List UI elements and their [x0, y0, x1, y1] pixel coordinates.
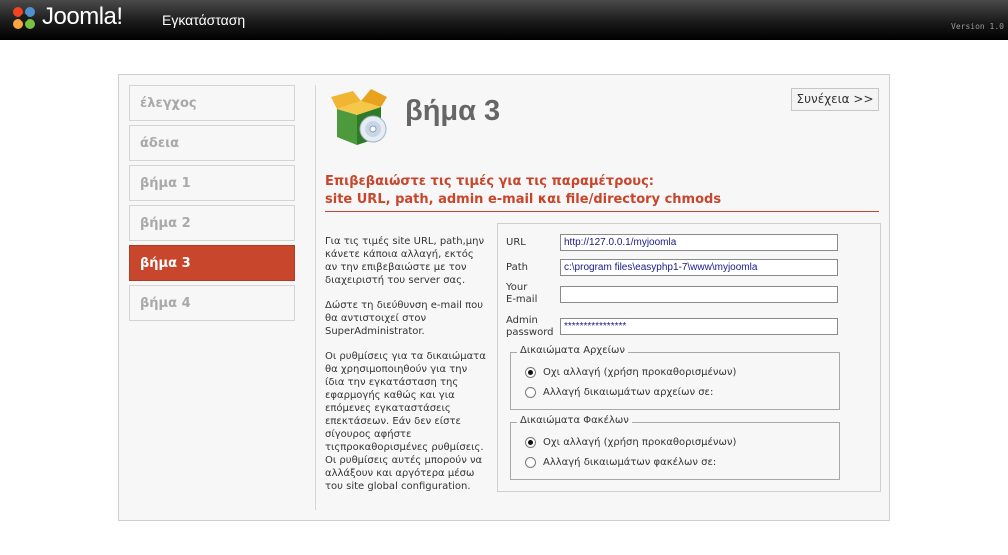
radio-icon[interactable]	[525, 367, 536, 378]
path-input[interactable]	[560, 259, 838, 276]
url-input[interactable]	[560, 234, 838, 251]
step-2: βήμα 2	[129, 205, 295, 241]
brand-name: Joomla!	[42, 3, 123, 30]
dir-perm-option-default[interactable]: Οχι αλλαγή (χρήση προκαθορισμένων)	[525, 437, 736, 448]
radio-icon[interactable]	[525, 457, 536, 468]
help-paragraph-1: Για τις τιμές site URL, path,μην κάνετε …	[325, 236, 485, 286]
radio-icon[interactable]	[525, 387, 536, 398]
step-navigation: έλεγχος άδεια βήμα 1 βήμα 2 βήμα 3 βήμα …	[129, 85, 299, 325]
help-text: Για τις τιμές site URL, path,μην κάνετε …	[325, 235, 489, 505]
dir-permissions-fieldset: Δικαιώματα Φακέλων Οχι αλλαγή (χρήση προ…	[510, 415, 840, 480]
help-paragraph-2: Δώστε τη διεύθυνση e-mail που θα αντιστο…	[325, 300, 484, 337]
email-label: Your E-mail	[506, 282, 538, 305]
path-label: Path	[506, 262, 528, 273]
header-subtitle: Εγκατάσταση	[162, 12, 246, 28]
url-label: URL	[506, 237, 526, 248]
heading-line-2: site URL, path, admin e-mail και file/di…	[325, 192, 722, 207]
app-header: Joomla! Εγκατάσταση Version 1.0	[0, 0, 1008, 40]
radio-icon[interactable]	[525, 437, 536, 448]
step-check: έλεγχος	[129, 85, 295, 121]
step-3-active: βήμα 3	[129, 245, 295, 281]
install-panel: έλεγχος άδεια βήμα 1 βήμα 2 βήμα 3 βήμα …	[118, 74, 890, 521]
install-package-icon	[331, 89, 387, 145]
file-perm-option-change[interactable]: Αλλαγή δικαιωμάτων αρχείων σε:	[525, 387, 713, 398]
file-perm-option-default[interactable]: Οχι αλλαγή (χρήση προκαθορισμένων)	[525, 367, 736, 378]
file-permissions-legend: Δικαιώματα Αρχείων	[517, 345, 628, 356]
email-input[interactable]	[560, 286, 838, 303]
password-label: Admin password	[506, 315, 554, 338]
file-permissions-fieldset: Δικαιώματα Αρχείων Οχι αλλαγή (χρήση προ…	[510, 345, 840, 410]
version-label: Version 1.0	[951, 22, 1004, 31]
config-form: URL Path YourE-mail Adminpassword Δικαιώ…	[497, 223, 881, 492]
step-4: βήμα 4	[129, 285, 295, 321]
dir-permissions-legend: Δικαιώματα Φακέλων	[517, 415, 632, 426]
page-title: βήμα 3	[405, 95, 501, 127]
divider	[315, 85, 316, 510]
step-1: βήμα 1	[129, 165, 295, 201]
heading-line-1: Επιβεβαιώστε τις τιμές για τις παραμέτρο…	[325, 174, 654, 189]
section-heading: Επιβεβαιώστε τις τιμές για τις παραμέτρο…	[325, 173, 879, 212]
joomla-logo-icon	[13, 7, 35, 29]
step-license: άδεια	[129, 125, 295, 161]
continue-button[interactable]: Συνέχεια >>	[791, 88, 879, 111]
help-paragraph-3: Οι ρυθμίσεις για τα δικαιώματα θα χρησιμ…	[325, 351, 486, 492]
password-input[interactable]	[560, 318, 838, 335]
dir-perm-option-change[interactable]: Αλλαγή δικαιωμάτων φακέλων σε:	[525, 457, 716, 468]
